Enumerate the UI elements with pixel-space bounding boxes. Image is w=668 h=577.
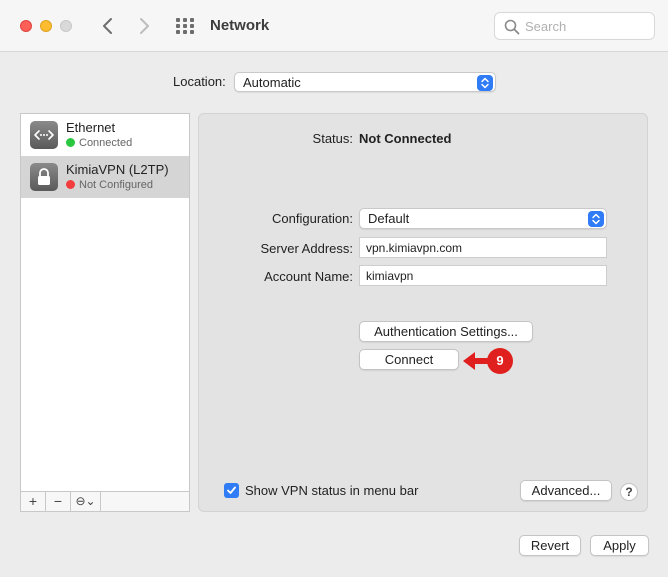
search-field[interactable]: [494, 12, 655, 40]
status-label: Status:: [312, 131, 353, 146]
service-list: Ethernet Connected KimiaVPN (L2TP) Not C…: [20, 113, 190, 512]
step-number-badge: 9: [487, 348, 513, 374]
chevron-left-icon: [103, 18, 112, 34]
service-status: Connected: [66, 137, 132, 149]
location-popup[interactable]: Automatic: [234, 72, 496, 92]
checkmark-icon: [227, 486, 236, 494]
service-status: Not Configured: [66, 179, 153, 191]
configuration-value: Default: [368, 211, 410, 226]
server-address-label: Server Address:: [260, 241, 354, 256]
search-input[interactable]: [525, 17, 645, 35]
action-menu-button[interactable]: ⊖⌄: [71, 492, 101, 511]
service-status-text: Not Configured: [79, 179, 153, 191]
server-address-field[interactable]: [359, 237, 607, 258]
add-service-button[interactable]: +: [21, 492, 46, 511]
show-vpn-status-label: Show VPN status in menu bar: [245, 483, 419, 498]
status-dot-red: [66, 180, 75, 189]
apply-button[interactable]: Apply: [590, 535, 649, 556]
remove-service-button[interactable]: −: [46, 492, 71, 511]
service-name: Ethernet: [66, 120, 116, 135]
status-value: Not Connected: [359, 131, 452, 146]
configuration-popup[interactable]: Default: [359, 208, 607, 229]
window-title: Network: [210, 17, 270, 34]
service-item-kimiavpn[interactable]: KimiaVPN (L2TP) Not Configured: [21, 156, 189, 198]
location-value: Automatic: [243, 75, 301, 90]
help-button[interactable]: ?: [620, 483, 638, 501]
status-dot-green: [66, 138, 75, 147]
authentication-settings-button[interactable]: Authentication Settings...: [359, 321, 533, 342]
search-icon: [504, 19, 520, 35]
zoom-window-button[interactable]: [60, 20, 72, 32]
service-name: KimiaVPN (L2TP): [66, 162, 169, 177]
configuration-label: Configuration:: [272, 211, 353, 226]
advanced-button[interactable]: Advanced...: [520, 480, 612, 501]
service-item-ethernet[interactable]: Ethernet Connected: [21, 114, 189, 156]
account-name-label: Account Name:: [264, 269, 353, 284]
forward-button[interactable]: [132, 14, 156, 38]
popup-stepper-icon: [588, 211, 604, 227]
grid-icon: [176, 18, 194, 34]
show-vpn-status-checkbox[interactable]: [224, 483, 239, 498]
location-label: Location:: [173, 74, 226, 89]
account-name-field[interactable]: [359, 265, 607, 286]
title-bar: Network: [0, 0, 668, 52]
close-window-button[interactable]: [20, 20, 32, 32]
lock-icon: [30, 163, 58, 191]
back-button[interactable]: [96, 14, 120, 38]
ethernet-icon: [30, 121, 58, 149]
service-list-toolbar: + − ⊖⌄: [21, 491, 189, 511]
connect-button[interactable]: Connect: [359, 349, 459, 370]
revert-button[interactable]: Revert: [519, 535, 581, 556]
show-all-button[interactable]: [175, 16, 195, 36]
popup-stepper-icon: [477, 75, 493, 91]
chevron-right-icon: [140, 18, 149, 34]
vpn-detail-panel: Status: Not Connected Configuration: Def…: [198, 113, 648, 512]
service-status-text: Connected: [79, 137, 133, 149]
minimize-window-button[interactable]: [40, 20, 52, 32]
